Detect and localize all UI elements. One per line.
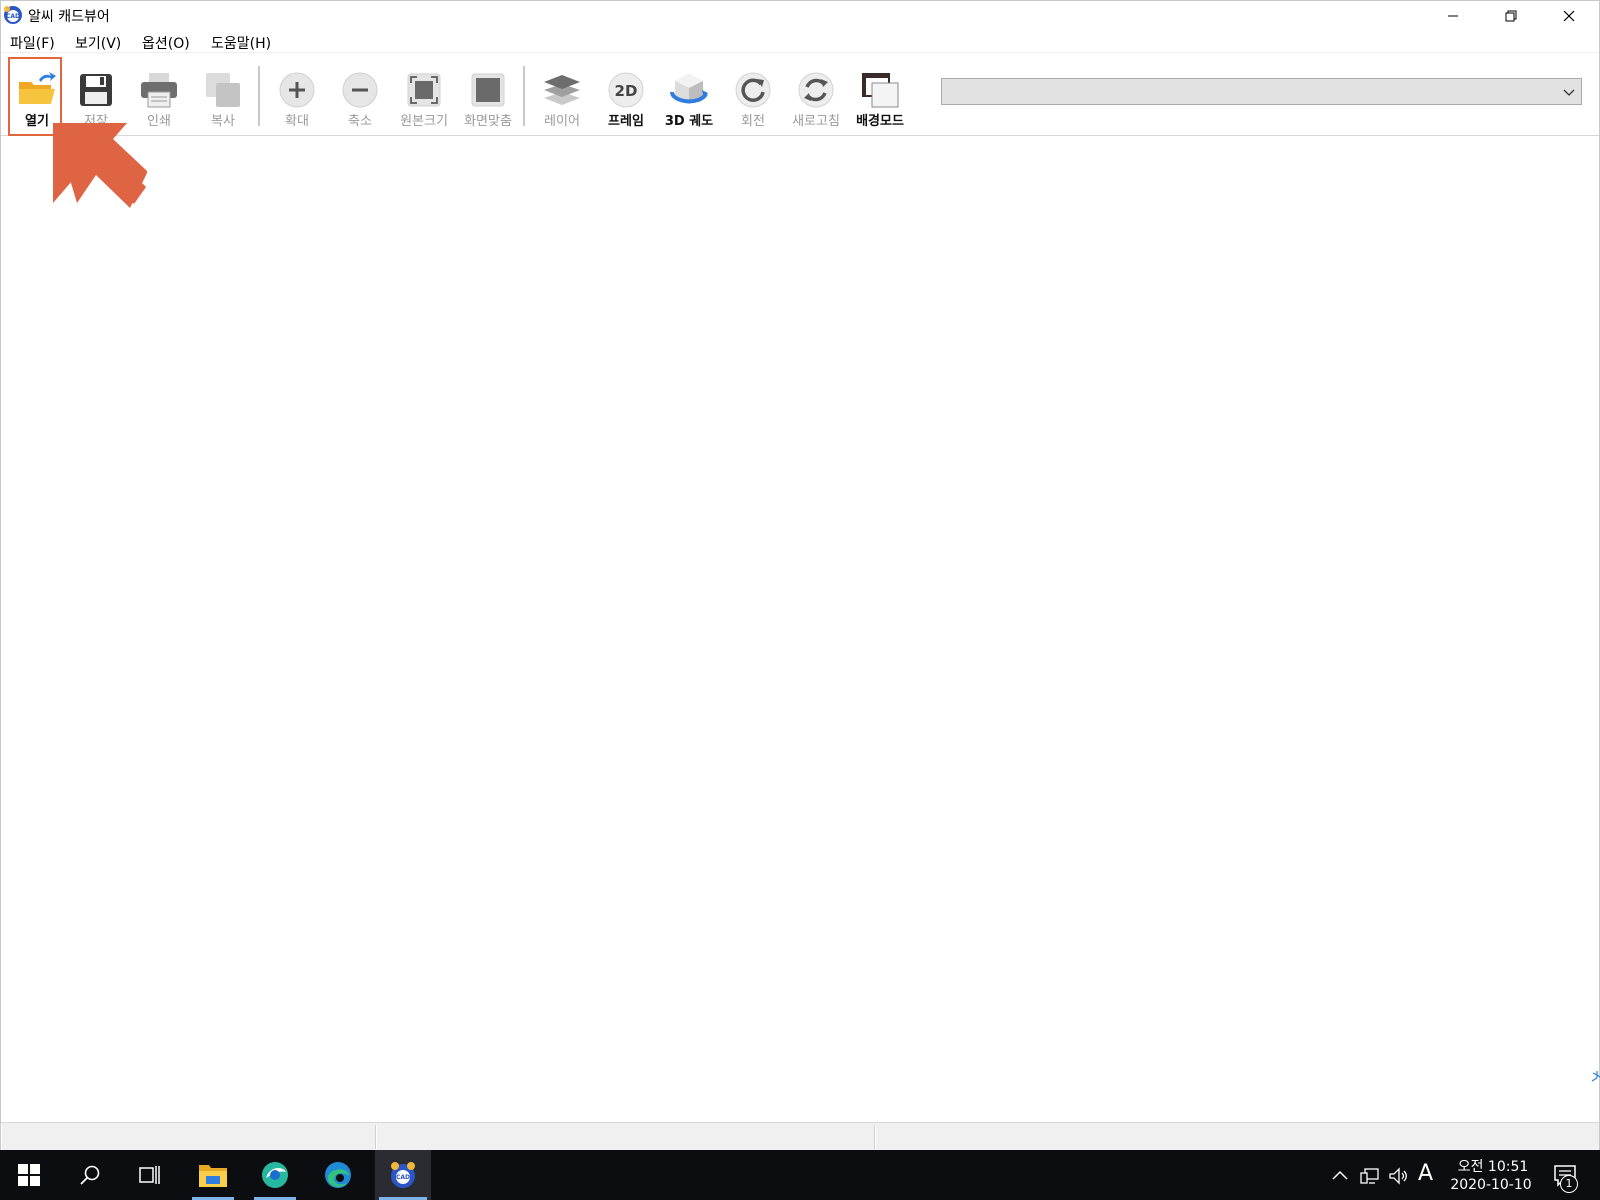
svg-text:CAD: CAD: [6, 13, 20, 20]
file-explorer-icon: [199, 1165, 227, 1187]
menu-file[interactable]: 파일(F): [10, 33, 55, 53]
alsee-cad-viewer-icon: CAD: [391, 1162, 415, 1188]
2d-frame-icon: 2D: [608, 72, 644, 108]
rotate-button[interactable]: 회전: [724, 58, 782, 134]
start-button[interactable]: [4, 1150, 54, 1200]
restore-icon: [1505, 10, 1517, 21]
fit-screen-button[interactable]: 화면맞춤: [459, 58, 517, 134]
save-disk-icon: [80, 74, 112, 106]
zoom-in-label: 확대: [285, 114, 309, 129]
copy-button[interactable]: 복사: [194, 58, 252, 134]
rotate-icon: [735, 72, 771, 108]
clock-date[interactable]: 2020-10-10: [1443, 1177, 1539, 1193]
frame-button[interactable]: 2D 프레임: [597, 58, 655, 134]
toolbar-separator: [523, 66, 525, 126]
toolbar: 열기 저장 인쇄 복사 확대 축소 원본크기 화면맞춤 레이어 2D 프레임 3…: [1, 54, 1599, 136]
plus-circle-icon: [279, 72, 315, 108]
search-button[interactable]: [65, 1150, 115, 1200]
zoom-out-label: 축소: [348, 114, 372, 129]
minimize-icon: [1448, 15, 1458, 16]
svg-text:CAD: CAD: [396, 1174, 410, 1181]
alsee-cad-icon: CAD: [4, 6, 22, 24]
taskbar: CAD A 오전 10:51 2020-10-10 1: [0, 1150, 1600, 1200]
minimize-button[interactable]: [1424, 1, 1482, 30]
minus-circle-icon: [342, 72, 378, 108]
layer-dropdown[interactable]: [941, 78, 1582, 105]
layer-button[interactable]: 레이어: [533, 58, 591, 134]
menu-help[interactable]: 도움말(H): [211, 33, 271, 53]
show-hidden-icons-icon[interactable]: [1330, 1166, 1350, 1186]
chevron-down-icon: [1563, 89, 1575, 96]
cad-viewer-window: CAD 알씨 캐드뷰어 파일(F) 보기(V) 옵션(O) 도움말(H) 열기 …: [0, 0, 1600, 1150]
original-size-label: 원본크기: [400, 114, 448, 129]
svg-text:2D: 2D: [615, 82, 638, 100]
notification-count-badge: 1: [1560, 1175, 1578, 1193]
copy-icon: [206, 73, 240, 107]
layers-icon: [544, 75, 580, 105]
edge-button[interactable]: [313, 1150, 363, 1200]
edge-icon: [325, 1162, 351, 1188]
3d-orbit-button[interactable]: 3D 궤도: [660, 58, 718, 134]
background-mode-button[interactable]: 배경모드: [851, 58, 909, 134]
fit-screen-label: 화면맞춤: [464, 114, 512, 129]
menu-bar: 파일(F) 보기(V) 옵션(O) 도움말(H): [1, 30, 1599, 53]
drawing-canvas[interactable]: [1, 136, 1599, 1122]
background-mode-label: 배경모드: [856, 114, 904, 129]
alsee-cad-viewer-taskbar-button[interactable]: CAD: [375, 1150, 431, 1200]
alsee-browser-icon: [262, 1162, 288, 1188]
zoom-in-button[interactable]: 확대: [268, 58, 326, 134]
window-title: 알씨 캐드뷰어: [28, 9, 110, 25]
status-cell: [376, 1125, 875, 1149]
close-icon: [1563, 10, 1575, 21]
3d-orbit-label: 3D 궤도: [664, 114, 714, 129]
original-size-icon: [407, 73, 441, 107]
rotate-label: 회전: [741, 114, 765, 129]
refresh-label: 새로고침: [792, 114, 840, 129]
status-bar: [1, 1122, 1599, 1150]
original-size-button[interactable]: 원본크기: [395, 58, 453, 134]
input-method-indicator[interactable]: A: [1418, 1161, 1433, 1186]
toolbar-separator: [258, 66, 260, 126]
file-explorer-button[interactable]: [188, 1150, 238, 1200]
task-view-button[interactable]: [125, 1150, 175, 1200]
status-cell: [1, 1125, 376, 1149]
copy-label: 복사: [211, 114, 235, 129]
search-icon: [80, 1165, 100, 1185]
zoom-out-button[interactable]: 축소: [331, 58, 389, 134]
refresh-button[interactable]: 새로고침: [787, 58, 845, 134]
menu-options[interactable]: 옵션(O): [142, 33, 190, 53]
title-bar[interactable]: CAD 알씨 캐드뷰어: [1, 1, 1599, 30]
refresh-icon: [798, 72, 834, 108]
network-icon[interactable]: [1360, 1166, 1380, 1186]
status-cell: [875, 1125, 1599, 1149]
menu-view[interactable]: 보기(V): [75, 33, 121, 53]
task-view-icon: [139, 1166, 160, 1184]
restore-button[interactable]: [1482, 1, 1540, 30]
layer-label: 레이어: [544, 114, 580, 129]
close-button[interactable]: [1540, 1, 1598, 30]
fit-screen-icon: [471, 73, 505, 107]
volume-icon[interactable]: [1388, 1166, 1408, 1186]
open-folder-icon: [19, 72, 56, 104]
background-mode-icon: [862, 73, 899, 108]
3d-orbit-icon: [670, 74, 708, 104]
pointer-arrow-annotation: [53, 123, 147, 208]
printer-icon: [141, 73, 177, 108]
clock-time[interactable]: 오전 10:51: [1448, 1156, 1538, 1176]
frame-label: 프레임: [608, 114, 644, 129]
hand-cursor-icon: [1591, 1071, 1600, 1082]
alsee-browser-button[interactable]: [250, 1150, 300, 1200]
windows-start-icon: [18, 1164, 40, 1186]
